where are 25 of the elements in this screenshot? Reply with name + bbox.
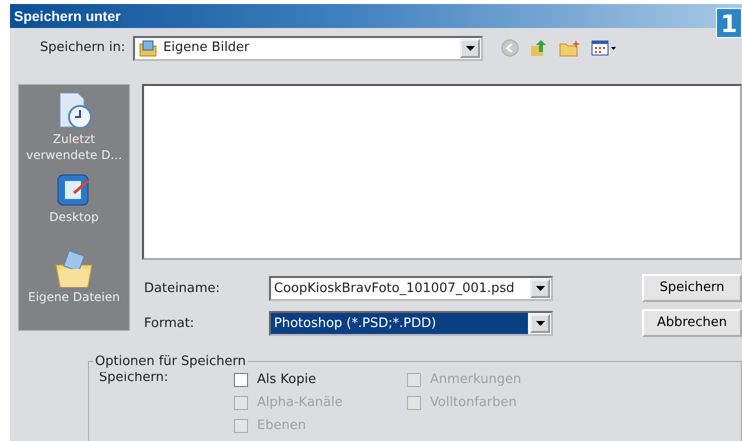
checkbox-label: Ebenen (257, 416, 306, 435)
selected-format: Photoshop (*.PSD;*.PDD) (271, 312, 528, 334)
new-folder-icon[interactable] (559, 39, 582, 57)
cancel-button[interactable]: Abbrechen (642, 309, 742, 337)
save-button[interactable]: Speichern (642, 274, 742, 302)
documents-place-icon[interactable] (54, 249, 94, 289)
checkbox[interactable] (234, 372, 248, 386)
filename-field[interactable]: CoopKioskBravFoto_101007_001.psd (269, 276, 553, 301)
back-icon[interactable] (501, 39, 520, 57)
folder-name: Eigene Bilder (163, 39, 250, 58)
pictures-folder-icon (139, 39, 158, 57)
field-label: Dateiname: (143, 280, 221, 298)
field-label: Speichern in: (40, 39, 126, 58)
options-label: Speichern: (99, 369, 170, 387)
group-title: Optionen für Speichern (93, 352, 248, 372)
checkbox-label: Alpha-Kanäle (257, 394, 343, 412)
filename-value: CoopKioskBravFoto_101007_001.psd (273, 280, 516, 298)
figure-number-badge: 1 (716, 8, 742, 38)
checkbox-label: Volltonfarben (430, 394, 517, 412)
format-dropdown[interactable]: Photoshop (*.PSD;*.PDD) (269, 311, 553, 336)
field-label: Format: (143, 314, 196, 333)
checkbox-label: Anmerkungen (430, 370, 522, 389)
folder-dropdown[interactable]: Eigene Bilder (133, 36, 484, 60)
checkbox-label: Als Kopie (257, 370, 316, 389)
view-menu-icon[interactable] (591, 40, 618, 56)
